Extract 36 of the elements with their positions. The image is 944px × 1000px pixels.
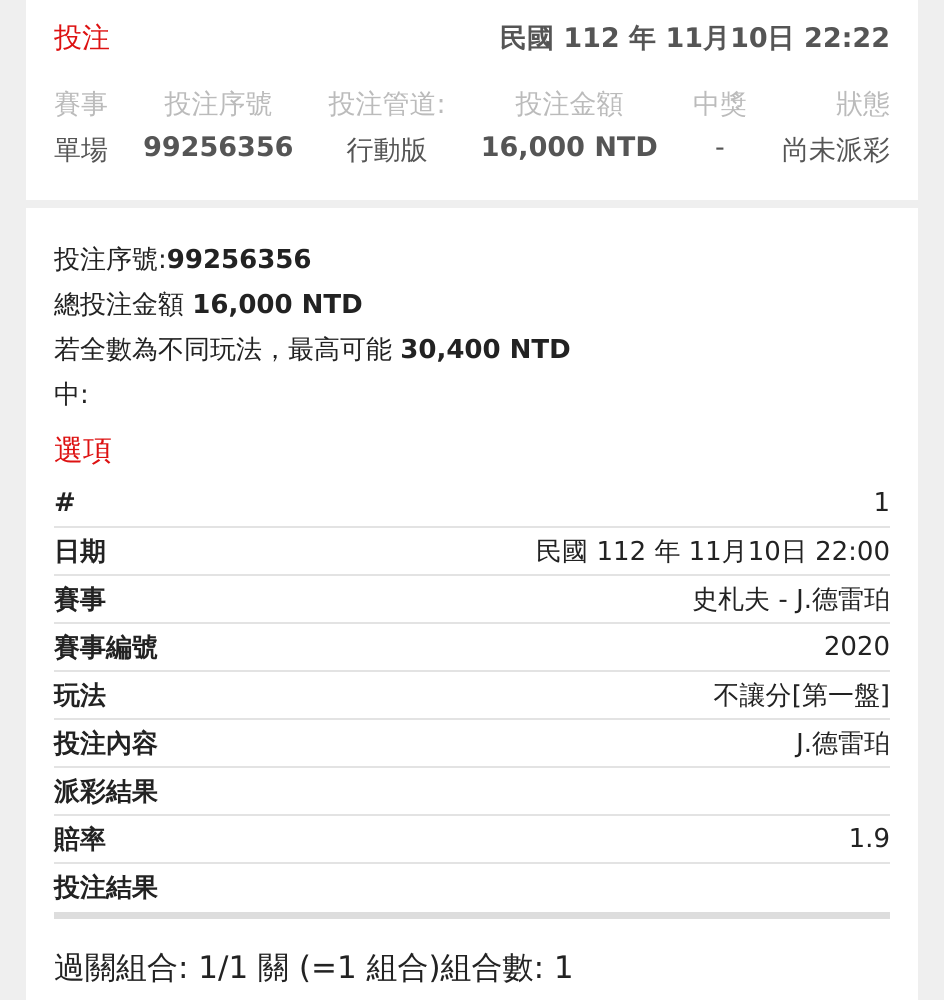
column-value: 尚未派彩 (782, 134, 890, 168)
row-value: 民國 112 年 11月10日 22:00 (536, 536, 890, 568)
column-value: 99256356 (143, 132, 294, 163)
row-value: 不讓分[第一盤] (714, 680, 890, 712)
bet-datetime: 民國 112 年 11月10日 22:22 (500, 22, 890, 56)
column-value: 單場 (54, 134, 108, 168)
column-label: 投注管道: (328, 88, 446, 122)
row-label: 投注結果 (54, 872, 158, 904)
detail-line: 若全數為不同玩法，最高可能 30,400 NTD (54, 334, 572, 367)
column-label: 投注序號 (164, 88, 272, 122)
column-label: 投注金額 (515, 88, 624, 122)
row-label: # (54, 488, 76, 518)
column-label: 中獎 (692, 88, 747, 122)
bet-title: 投注 (54, 20, 110, 56)
combination-text: 過關組合: 1/1 關 (=1 組合)組合數: 1 (54, 949, 575, 988)
column-value: - (715, 132, 725, 163)
row-label: 賽事 (54, 584, 106, 616)
row-value: J.德雷珀 (796, 728, 890, 760)
row-label: 派彩結果 (54, 776, 158, 808)
row-label: 日期 (54, 536, 106, 568)
detail-line: 中: (54, 379, 90, 412)
column-label: 賽事 (54, 88, 108, 122)
column-value: 行動版 (346, 134, 428, 168)
row-value: 1 (873, 488, 890, 518)
row-value: 史札夫 - J.德雷珀 (692, 584, 890, 616)
detail-line: 總投注金額 16,000 NTD (54, 289, 364, 322)
row-label: 賽事編號 (54, 632, 158, 664)
column-label: 狀態 (836, 88, 890, 122)
row-label: 玩法 (54, 680, 106, 712)
column-value: 16,000 NTD (480, 132, 658, 163)
options-title: 選項 (54, 432, 113, 469)
row-label: 投注內容 (54, 728, 158, 760)
row-value: 1.9 (848, 824, 890, 854)
detail-line: 投注序號:99256356 (54, 244, 312, 277)
row-value: 2020 (824, 632, 890, 662)
row-label: 賠率 (54, 824, 106, 856)
